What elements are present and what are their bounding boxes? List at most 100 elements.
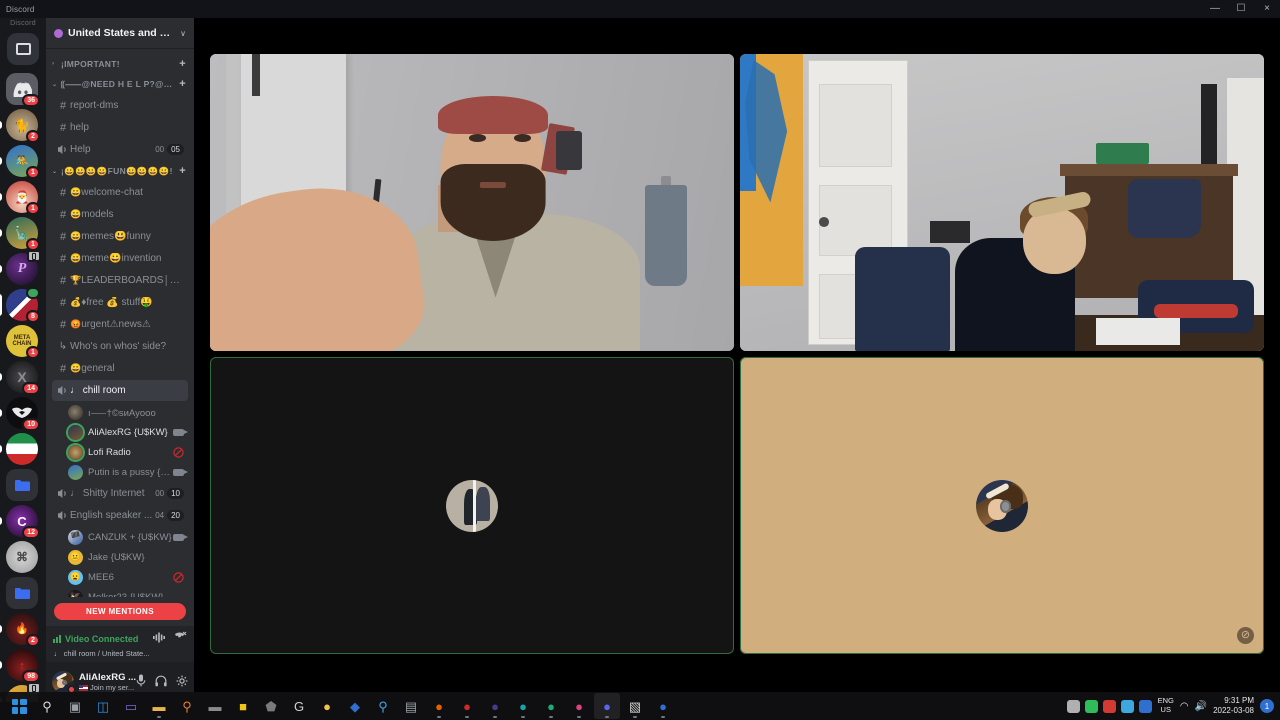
close-button[interactable]: × (1254, 0, 1280, 18)
voice-member-row[interactable]: ı⸺†©ѕиАуᴏᴏᴏ (64, 402, 188, 422)
channel-meme-invention[interactable]: # 😀 meme😀invention (52, 248, 188, 269)
tray-microphone-tray-icon[interactable] (1138, 699, 1152, 713)
taskbar-grey-window-icon[interactable]: ▤ (398, 693, 424, 719)
tray-hidden-icons-arrow[interactable] (1066, 699, 1080, 713)
new-mentions-button[interactable]: NEW MENTIONS (54, 603, 186, 620)
tile-avatar-dark[interactable] (210, 357, 734, 654)
voice-member-row[interactable]: Putin is a pussy {U... (64, 462, 188, 482)
guild-icon-guild-statue[interactable]: 🗽 1 (0, 217, 40, 251)
guild-icon-guild-grey-art[interactable]: ⌘ (6, 541, 38, 573)
channel-list[interactable]: › ¡IMPORTANT! + ⌄ ⸨⸺@NEED H E L P?@⸺⸩ + # repor… (46, 48, 194, 597)
clock[interactable]: 9:31 PM 2022-03-08 (1213, 696, 1254, 717)
guild-icon-guild-santa[interactable]: 🎅 1 (0, 181, 40, 215)
chevron-down-icon[interactable]: ∨ (180, 29, 186, 38)
taskbar-search-icon[interactable]: ⚲ (34, 693, 60, 719)
taskbar-eraser-icon[interactable]: ▬ (202, 693, 228, 719)
tile-avatar-tan[interactable]: ⊘ (740, 357, 1264, 654)
guild-icon-guild-mask[interactable]: 10 (0, 397, 40, 431)
guild-icon-guild-c-purple[interactable]: C 12 (0, 505, 40, 539)
category-collapse-arrow-icon[interactable]: › (52, 61, 58, 67)
guild-icon-guild-x-dark[interactable]: X 14 (0, 361, 40, 395)
guild-icon-discord-dms[interactable]: 36 (6, 73, 40, 107)
gear-icon[interactable] (176, 675, 188, 690)
taskbar-firefox-icon[interactable]: ● (426, 693, 452, 719)
channel-category-2[interactable]: ⌄ ¡😀😀😀😀FUN😀😀😀😀! + (46, 161, 194, 181)
voice-member-row[interactable]: AliAlexRG {U$KW} (64, 422, 188, 442)
channel-who-s-on-whos-side-[interactable]: ↳ Who's on whos' side? (52, 336, 188, 357)
guild-rail[interactable]: Discord 36 🐈 2 🤼 1 🎅 1 🗽 1 P 8 META CHAIN 1 X 14 10 C 12 ⌘ 🔥… (0, 18, 46, 702)
taskbar-brave-icon[interactable]: ● (482, 693, 508, 719)
taskbar-file-explorer-icon[interactable]: ▬ (146, 693, 172, 719)
channel-general[interactable]: # 😀 general (52, 358, 188, 379)
wifi-icon[interactable]: ◠ (1180, 701, 1189, 712)
taskbar-yellow-app-icon[interactable]: ● (314, 693, 340, 719)
channel-models[interactable]: # 😀 models (52, 204, 188, 225)
taskbar-chat-icon[interactable]: ▭ (118, 693, 144, 719)
guild-icon-guild-red-arrow[interactable]: ↑ 98 (0, 649, 40, 683)
taskbar-unity-icon[interactable]: ⬟ (258, 693, 284, 719)
home-button[interactable] (7, 33, 39, 65)
taskbar-task-view-icon[interactable]: ▣ (62, 693, 88, 719)
channel-leaderboards-pol-[interactable]: #🏆LEADERBOARDS│POL... (52, 270, 188, 291)
taskbar-search-everything-icon[interactable]: ⚲ (174, 693, 200, 719)
tray-green-status-icon[interactable] (1084, 699, 1098, 713)
notification-badge[interactable]: 1 (1260, 699, 1274, 713)
microphone-icon[interactable] (136, 674, 146, 690)
channel-english-speaker-[interactable]: English speaker ... 04 20 (52, 505, 188, 526)
create-channel-button[interactable]: + (175, 165, 186, 177)
taskbar-discord-icon[interactable]: ● (594, 693, 620, 719)
guild-icon-guild-blue-photo[interactable]: 🤼 1 (0, 145, 40, 179)
channel--free-stuff-[interactable]: # 💰 ♦free 💰 stuff🤑 (52, 292, 188, 313)
channel-help[interactable]: # help (52, 117, 188, 138)
channel-category-1[interactable]: ⌄ ⸨⸺@NEED H E L P?@⸺⸩ + (46, 74, 194, 94)
language-indicator[interactable]: ENG US (1158, 697, 1174, 714)
minimize-button[interactable]: — (1202, 0, 1228, 18)
taskbar-opera-gx-icon[interactable]: ● (454, 693, 480, 719)
tile-video-man-bandana[interactable] (210, 54, 734, 351)
guild-icon-guild-metachain[interactable]: META CHAIN 1 (6, 325, 40, 359)
tray-icon-group[interactable] (1066, 699, 1152, 713)
guild-icon-guild-cat[interactable]: 🐈 2 (0, 109, 40, 143)
volume-icon[interactable]: 🔊 (1195, 701, 1207, 712)
maximize-button[interactable]: ☐ (1228, 0, 1254, 18)
guild-icon-guild-red-dark[interactable]: 🔥 2 (0, 613, 40, 647)
guild-list[interactable]: 36🐈2🤼1🎅1🗽1P8METACHAIN1X1410C12⌘🔥2↑98✋NEW (0, 69, 41, 702)
taskbar-terminal-icon[interactable]: ▧ (622, 693, 648, 719)
voice-member-row[interactable]: Lofi Radio (64, 442, 188, 462)
taskbar-magnifier-icon[interactable]: ⚲ (370, 693, 396, 719)
channel--shitty-internet[interactable]: ♩ Shitty Internet 00 10 (52, 483, 188, 504)
category-collapse-arrow-icon[interactable]: ⌄ (52, 168, 58, 175)
voice-member-row[interactable]: 🏴 CANZUK + {U$KW} (64, 527, 188, 547)
channel--chill-room[interactable]: ♩ chill room (52, 380, 188, 401)
guild-icon-guild-usuk-flag[interactable]: 8 (0, 287, 40, 323)
guild-icon-guild-p-logo[interactable]: P (0, 250, 41, 285)
guild-icon-guild-folder-1[interactable] (6, 469, 38, 501)
guild-icon-guild-folder-2[interactable] (6, 577, 38, 609)
taskbar-pink-target-icon[interactable]: ● (566, 693, 592, 719)
guild-header[interactable]: United States and Ki... ∨ (46, 18, 194, 48)
tray-red-app-icon[interactable] (1102, 699, 1116, 713)
taskbar-start-button[interactable] (6, 693, 32, 719)
category-collapse-arrow-icon[interactable]: ⌄ (52, 81, 58, 88)
taskbar-widgets-icon[interactable]: ◫ (90, 693, 116, 719)
tray-globe-icon[interactable] (1120, 699, 1134, 713)
tile-video-bedroom[interactable] (740, 54, 1264, 351)
voice-member-row[interactable]: 😦 MEE6 (64, 567, 188, 587)
disconnect-call-icon[interactable] (174, 630, 187, 648)
taskbar-sticky-notes-icon[interactable]: ■ (230, 693, 256, 719)
taskbar-teal-shield-icon[interactable]: ● (510, 693, 536, 719)
headphones-icon[interactable] (155, 675, 167, 690)
channel-memes-funny[interactable]: # 😀 memes😃funny (52, 226, 188, 247)
create-channel-button[interactable]: + (175, 78, 186, 90)
channel-urgent-news-[interactable]: # 😡 urgent⚠news⚠ (52, 314, 188, 335)
system-tray[interactable]: ENG US ◠ 🔊 9:31 PM 2022-03-08 1 (1066, 696, 1280, 717)
channel-welcome-chat[interactable]: # 😀 welcome-chat (52, 182, 188, 203)
avatar[interactable] (52, 671, 76, 694)
channel-category-0[interactable]: › ¡IMPORTANT! + (46, 54, 194, 74)
voice-member-row[interactable]: 🦅 Melkor23 {U$KW} (64, 587, 188, 597)
taskbar-green-ring-icon[interactable]: ● (538, 693, 564, 719)
voice-member-row[interactable]: 😐 Jake {U$KW} (64, 547, 188, 567)
channel-report-dms[interactable]: # report-dms (52, 95, 188, 116)
guild-icon-guild-iran-flag[interactable] (0, 433, 38, 465)
channel-help[interactable]: Help 00 05 (52, 139, 188, 160)
